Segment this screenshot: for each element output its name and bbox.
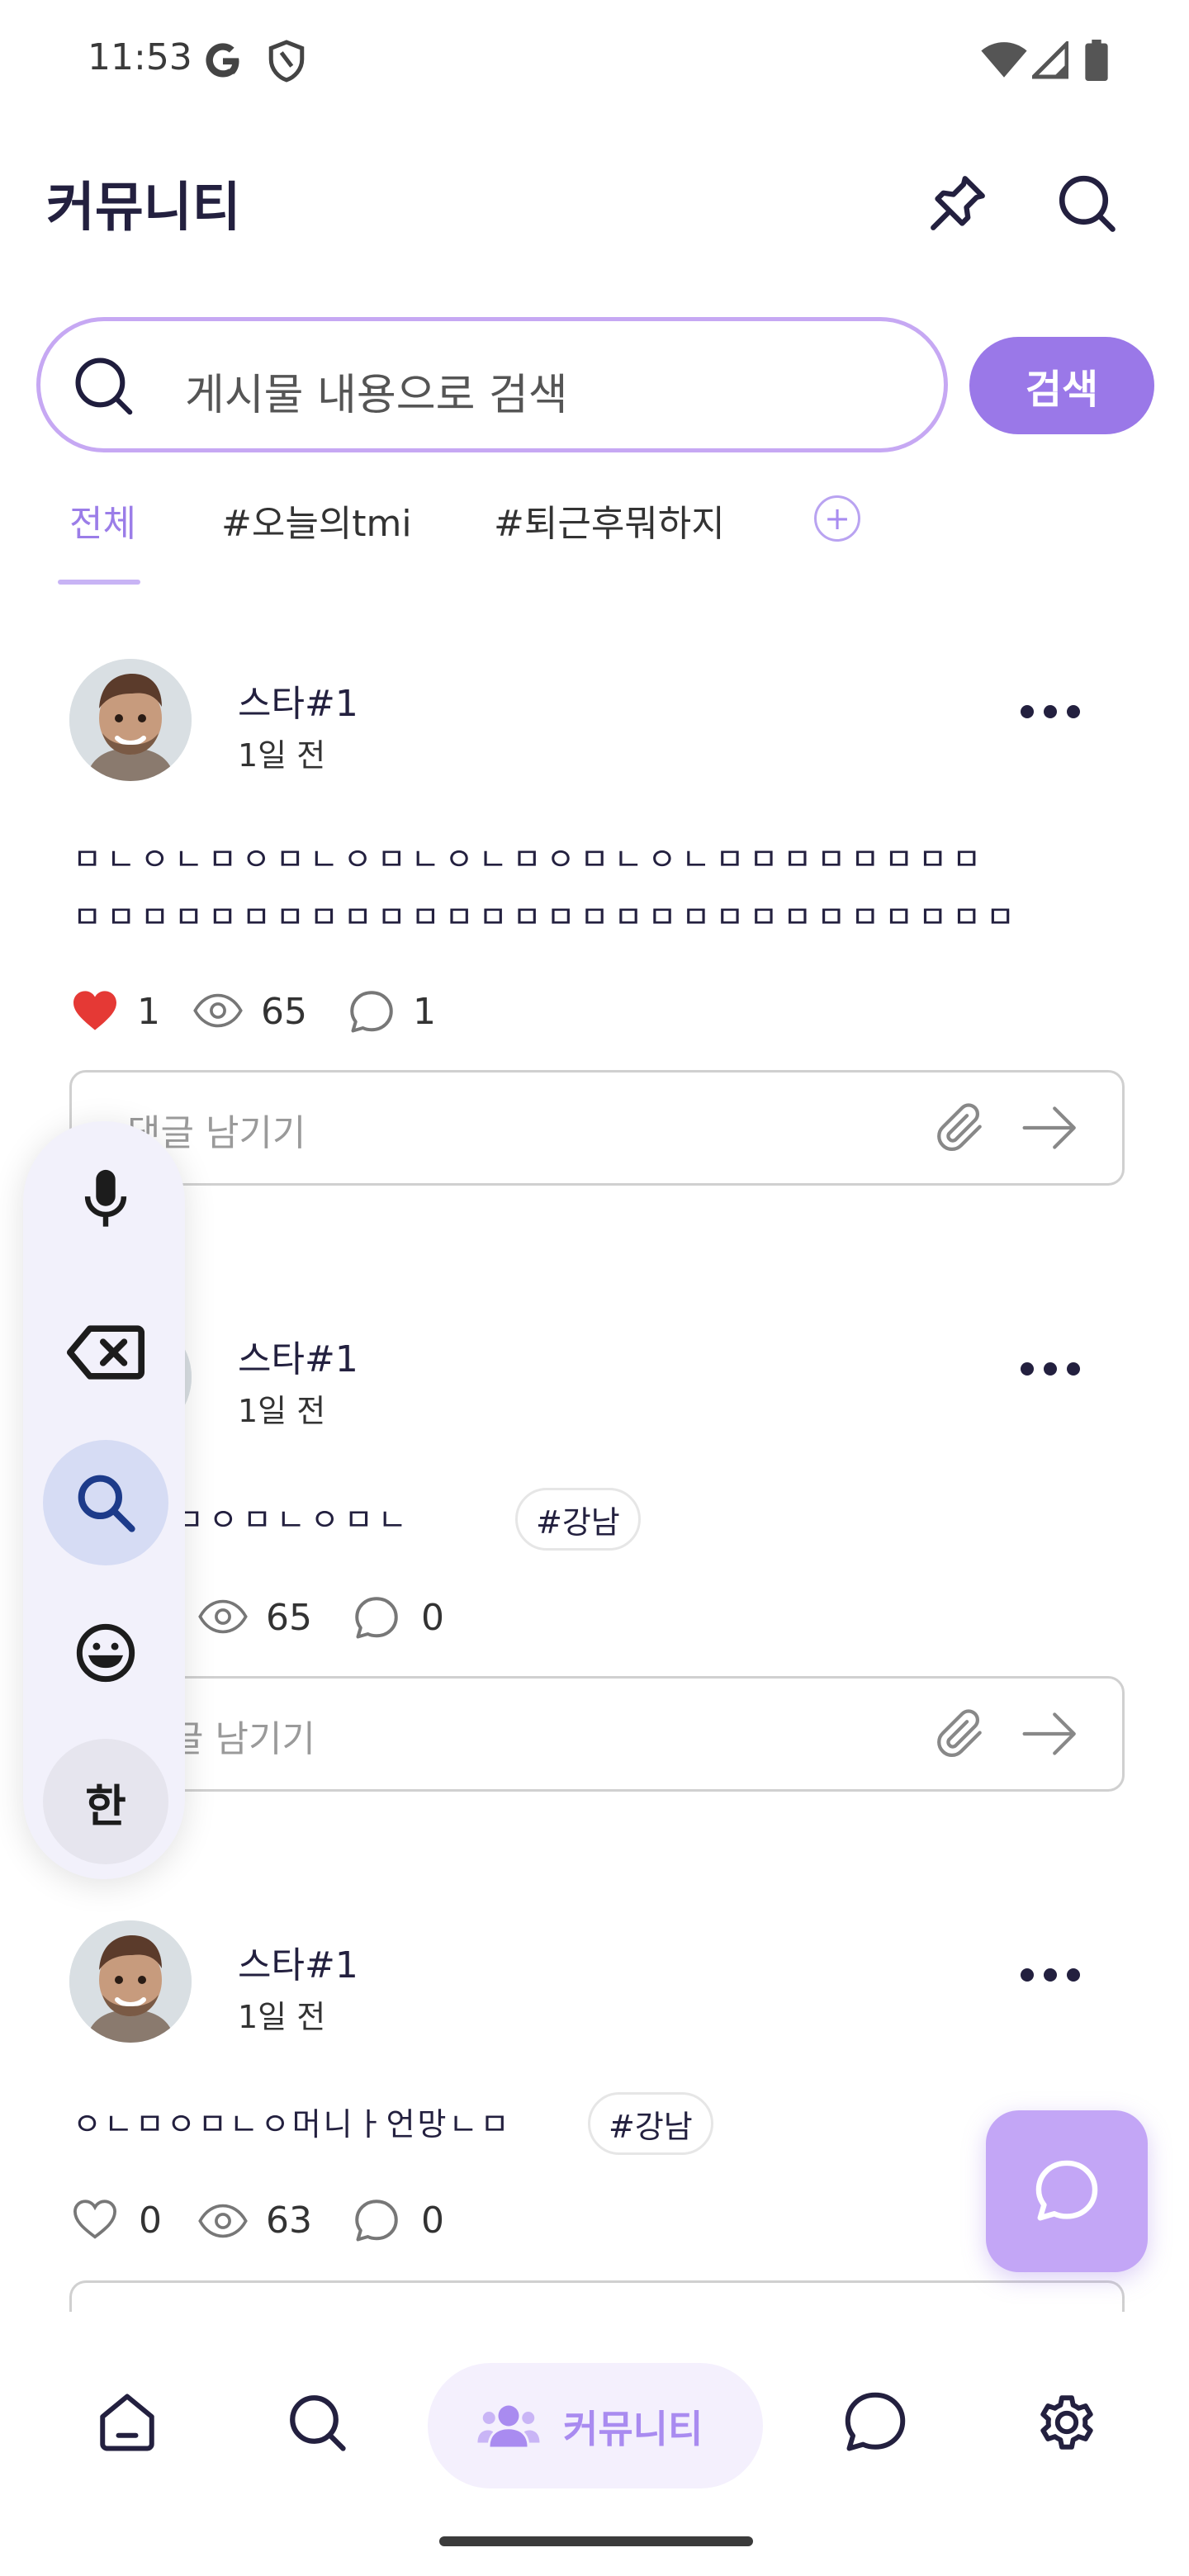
chat-fab-button[interactable] — [986, 2110, 1148, 2272]
more-options-icon[interactable] — [1019, 702, 1082, 722]
page-title: 커뮤니티 — [46, 178, 241, 239]
post-time: 1일 전 — [238, 1999, 326, 2035]
more-options-icon[interactable] — [1019, 1359, 1082, 1379]
post-author[interactable]: 스타#1 — [238, 1935, 358, 1988]
signal-icon — [1032, 41, 1068, 79]
language-key[interactable]: 한 — [43, 1739, 168, 1864]
search-placeholder: 게시물 내용으로 검색 — [185, 371, 568, 420]
add-tab-button[interactable]: + — [814, 495, 860, 542]
post-time: 1일 전 — [238, 737, 326, 774]
avatar[interactable] — [69, 659, 192, 781]
battery-icon — [1085, 40, 1108, 81]
tag-chip[interactable]: #강남 — [515, 1488, 641, 1551]
search-field-icon — [68, 350, 139, 421]
like-icon[interactable] — [71, 989, 119, 1032]
like-count: 0 — [139, 2200, 162, 2242]
nav-search-icon[interactable] — [282, 2388, 352, 2457]
tab-after-work[interactable]: #퇴근후뭐하지 — [494, 494, 725, 547]
home-icon[interactable] — [92, 2388, 162, 2457]
status-time: 11:53 — [88, 36, 192, 78]
send-arrow-icon[interactable] — [1022, 1709, 1078, 1759]
comment-count: 0 — [421, 1597, 444, 1639]
shield-icon — [266, 38, 307, 84]
wifi-icon — [981, 41, 1027, 79]
emoji-icon[interactable] — [43, 1590, 168, 1716]
attach-icon[interactable] — [933, 1704, 989, 1764]
post-author[interactable]: 스타#1 — [238, 1329, 358, 1382]
avatar[interactable] — [69, 1920, 192, 2043]
pin-icon[interactable] — [923, 168, 992, 238]
view-count: 65 — [261, 991, 307, 1033]
community-icon — [477, 2399, 540, 2449]
backspace-icon[interactable] — [43, 1290, 168, 1415]
microphone-icon[interactable] — [43, 1136, 168, 1262]
comment-count: 0 — [421, 2200, 444, 2242]
post-text-line: ㅁㅁㅁㅁㅁㅁㅁㅁㅁㅁㅁㅁㅁㅁㅁㅁㅁㅁㅁㅁㅁㅁㅁㅁㅁㅁㅁㅁ — [73, 899, 1020, 935]
comment-icon[interactable] — [352, 2196, 401, 2246]
tab-indicator — [58, 580, 140, 585]
home-indicator[interactable] — [439, 2536, 753, 2546]
send-arrow-icon[interactable] — [1022, 1103, 1078, 1153]
tab-tmi[interactable]: #오늘의tmi — [221, 494, 412, 547]
tag-chip[interactable]: #강남 — [588, 2092, 713, 2155]
nav-community-label: 커뮤니티 — [563, 2407, 703, 2451]
tab-all[interactable]: 전체 — [69, 494, 136, 547]
comment-icon[interactable] — [352, 1593, 401, 1643]
post-text-line: ㅁㄴㅇㄴㅁㅇㅁㄴㅇㅁㄴㅇㄴㅁㅇㅁㄴㅇㄴㅁㅁㅁㅁㅁㅁㅁㅁ — [73, 841, 986, 878]
post-time: 1일 전 — [238, 1393, 326, 1429]
like-icon[interactable] — [71, 2198, 119, 2241]
view-icon — [198, 2203, 248, 2239]
comment-icon[interactable] — [347, 987, 396, 1037]
view-icon — [198, 1598, 248, 1635]
view-count: 63 — [266, 2200, 312, 2242]
post-text: ㅇㄴㅁㅇㅁㄴㅇ머니ㅏ언망ㄴㅁ — [73, 2106, 512, 2143]
google-icon — [201, 40, 244, 83]
post-author[interactable]: 스타#1 — [238, 674, 358, 727]
attach-icon[interactable] — [933, 1098, 989, 1158]
view-icon — [193, 992, 243, 1029]
view-count: 65 — [266, 1597, 312, 1639]
more-options-icon[interactable] — [1019, 1965, 1082, 1985]
chat-icon[interactable] — [841, 2388, 910, 2457]
comment-placeholder: 글 남기기 — [170, 1718, 315, 1760]
settings-icon[interactable] — [1032, 2388, 1101, 2457]
keyboard-search-icon[interactable] — [43, 1440, 168, 1565]
like-count: 1 — [137, 991, 160, 1033]
comment-count: 1 — [413, 991, 436, 1033]
search-icon[interactable] — [1052, 168, 1121, 238]
search-button[interactable]: 검색 — [969, 337, 1154, 434]
